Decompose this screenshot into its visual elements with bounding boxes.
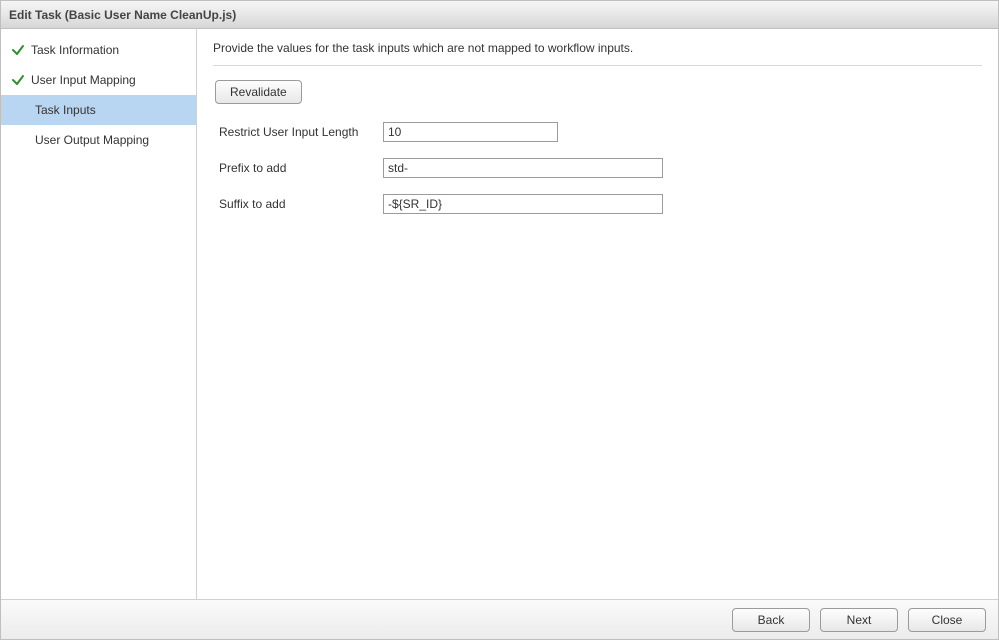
dialog-title: Edit Task (Basic User Name CleanUp.js)	[9, 8, 236, 22]
field-prefix: Prefix to add	[213, 158, 982, 178]
wizard-step-sidebar: Task Information User Input Mapping Task…	[1, 29, 197, 599]
check-icon	[11, 43, 25, 57]
check-icon	[11, 73, 25, 87]
next-button[interactable]: Next	[820, 608, 898, 632]
sidebar-item-user-input-mapping[interactable]: User Input Mapping	[1, 65, 196, 95]
dialog-body: Task Information User Input Mapping Task…	[1, 29, 998, 599]
prefix-input[interactable]	[383, 158, 663, 178]
field-suffix: Suffix to add	[213, 194, 982, 214]
content-pane: Provide the values for the task inputs w…	[197, 29, 998, 599]
restrict-length-input[interactable]	[383, 122, 558, 142]
sidebar-item-label: Task Information	[31, 43, 119, 57]
revalidate-button[interactable]: Revalidate	[215, 80, 302, 104]
content-description: Provide the values for the task inputs w…	[213, 41, 982, 65]
sidebar-item-label: User Input Mapping	[31, 73, 136, 87]
dialog-footer: Back Next Close	[1, 599, 998, 639]
sidebar-item-task-inputs[interactable]: Task Inputs	[1, 95, 196, 125]
dialog-titlebar: Edit Task (Basic User Name CleanUp.js)	[1, 1, 998, 29]
field-restrict-length: Restrict User Input Length	[213, 122, 982, 142]
sidebar-item-task-information[interactable]: Task Information	[1, 35, 196, 65]
sidebar-item-label: User Output Mapping	[35, 133, 149, 147]
sidebar-item-label: Task Inputs	[35, 103, 96, 117]
suffix-label: Suffix to add	[213, 197, 383, 211]
divider	[213, 65, 982, 66]
suffix-input[interactable]	[383, 194, 663, 214]
close-button[interactable]: Close	[908, 608, 986, 632]
revalidate-row: Revalidate	[215, 80, 982, 104]
prefix-label: Prefix to add	[213, 161, 383, 175]
restrict-length-label: Restrict User Input Length	[213, 125, 383, 139]
back-button[interactable]: Back	[732, 608, 810, 632]
dialog-window: Edit Task (Basic User Name CleanUp.js) T…	[0, 0, 999, 640]
sidebar-item-user-output-mapping[interactable]: User Output Mapping	[1, 125, 196, 155]
